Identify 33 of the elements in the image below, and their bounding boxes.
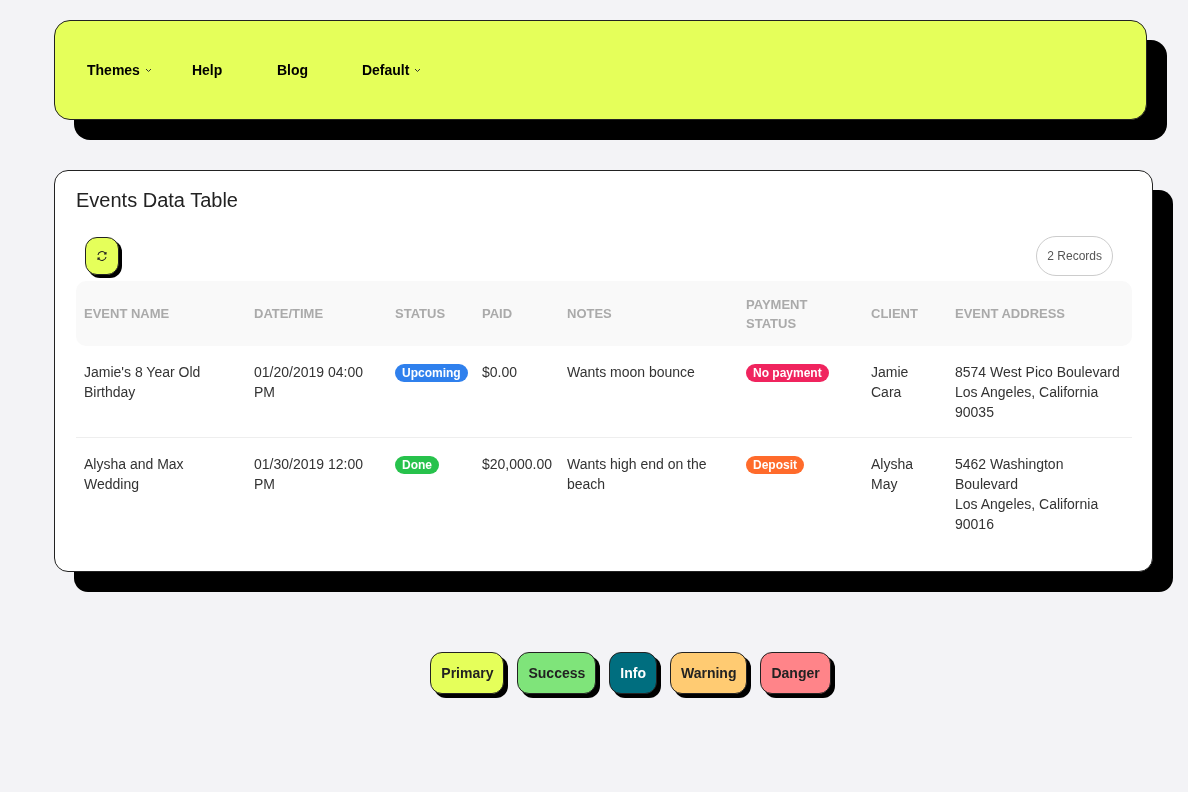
status-badge: Upcoming — [395, 364, 468, 382]
status-badge: Done — [395, 456, 439, 474]
column-header: DATE/TIME — [246, 281, 387, 346]
caret-icon — [414, 67, 422, 73]
column-header: CLIENT — [863, 281, 947, 346]
table-cell: 01/20/2019 04:00 PM — [246, 346, 387, 438]
nav-link[interactable]: Blog — [276, 62, 322, 78]
table-cell: 8574 West Pico Boulevard Los Angeles, California 90035 — [947, 346, 1132, 438]
table-cell: Wants moon bounce — [559, 346, 738, 438]
column-header: STATUS — [387, 281, 474, 346]
column-header: EVENT NAME — [76, 281, 246, 346]
column-header: NOTES — [559, 281, 738, 346]
table-cell: Jamie's 8 Year Old Birthday — [76, 346, 246, 438]
card-title: Events Data Table — [76, 189, 239, 212]
table-cell-text: 5462 Washington Boulevard Los Angeles, California 90016 — [954, 455, 1100, 534]
table-cell: Jamie Cara — [863, 346, 947, 438]
column-header: PAYMENT STATUS — [738, 281, 863, 346]
table-cell-text: Alysha May — [870, 455, 915, 494]
column-header: EVENT ADDRESS — [947, 281, 1132, 346]
status-badge: Deposit — [746, 456, 804, 474]
table-cell-text: $20,000.00 — [481, 455, 554, 474]
nav-link[interactable]: Themes — [87, 62, 152, 78]
column-header: PAID — [474, 281, 559, 346]
table-cell-text: Alysha and Max Wedding — [83, 455, 185, 494]
table-cell: $0.00 — [474, 346, 559, 438]
status-badge: No payment — [746, 364, 829, 382]
nav-link[interactable]: Default — [361, 62, 422, 78]
nav-link[interactable]: Help — [191, 62, 237, 78]
caret-icon — [144, 67, 152, 73]
table-cell-text: 01/30/2019 12:00 PM — [253, 455, 364, 494]
table-cell-text: Wants high end on the beach — [566, 455, 708, 494]
refresh-icon — [96, 250, 108, 262]
refresh-button[interactable] — [85, 237, 119, 275]
